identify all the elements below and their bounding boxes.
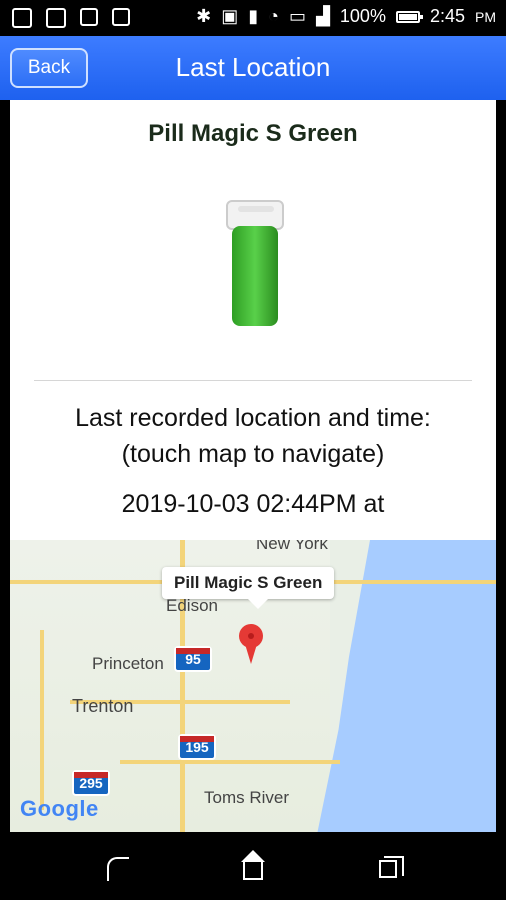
pin-dot [248,633,254,639]
sd-icon: ▭ [289,6,307,26]
back-arrow-icon [12,8,32,28]
map-road [120,760,340,764]
battery-icon [395,10,423,23]
location-pin-icon [236,624,266,668]
nav-back-button[interactable] [106,856,130,881]
title-bar: Back Last Location [0,36,506,100]
vibrate-icon: ▮ [248,6,259,26]
back-icon [107,857,129,881]
map-callout: Pill Magic S Green [162,567,335,609]
divider [34,380,472,381]
bottle-body [232,226,278,326]
highway-95-shield: 95 [174,646,212,672]
navigation-bar [0,832,506,900]
nfc-icon: ▣ [221,6,239,26]
info-line-1: Last recorded location and time: [75,404,431,432]
pill-bottle-icon [220,200,290,330]
page-title: Last Location [175,52,331,82]
nav-recent-apps-button[interactable] [377,856,404,880]
content-panel: Pill Magic S Green Last recorded locatio… [10,100,496,832]
product-name: Pill Magic S Green [148,120,358,147]
time: 2:45 [429,6,465,26]
time-suffix: PM [475,8,496,25]
map-label-new-york: New York [256,540,328,553]
nav-home-button[interactable] [241,850,265,880]
recorded-datetime: 2019-10-03 02:44PM at [121,490,385,518]
status-bar: ✱ ▣ ▮ ◔ ▭ ▟ 100% 2:45 PM [0,0,506,36]
location-info: Last recorded location and time: (touch … [10,400,496,472]
bluetooth-icon: ✱ [196,6,212,26]
map-label-toms-river: Toms River [204,788,290,807]
home-icon [241,850,265,880]
gear-icon [46,8,66,28]
recent-apps-icon [379,856,404,878]
battery-percent: 100% [339,6,386,26]
highway-195-shield: 195 [178,734,216,760]
sim-icon [80,8,98,26]
map[interactable]: New York Edison Princeton Trenton Toms R… [10,540,496,832]
map-label-edison: Edison [166,596,218,615]
signal-icon: ▟ [316,6,330,26]
highway-295-shield: 295 [72,770,110,796]
map-label-trenton: Trenton [72,696,134,716]
map-road [40,630,44,810]
pin-tip [245,644,257,664]
wifi-icon: ◔ [268,6,280,26]
map-label-princeton: Princeton [92,654,164,673]
google-logo: Google [20,796,99,821]
pulse-icon [112,8,130,26]
info-line-2: (touch map to navigate) [121,440,385,468]
